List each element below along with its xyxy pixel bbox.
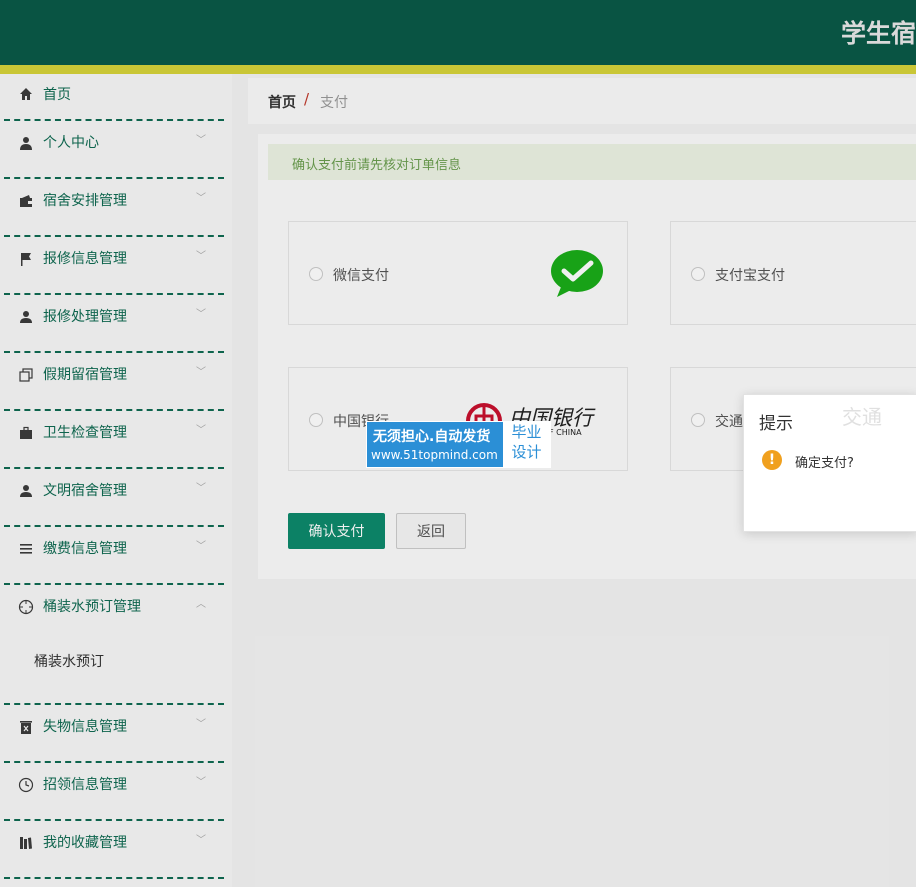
watermark-badge-right: 毕业 设计 — [503, 422, 550, 467]
dialog-message: 确定支付? — [795, 456, 854, 471]
dialog-title: 提示 — [759, 414, 793, 434]
watermark-badge: 无须担心.自动发货 www.51topmind.com 毕业 设计 — [366, 421, 551, 468]
dialog-watermark-logo: 交通 — [842, 405, 882, 429]
warning-icon: ! — [762, 450, 782, 470]
confirm-dialog: 提示 交通 ! 确定支付? — [743, 394, 916, 532]
